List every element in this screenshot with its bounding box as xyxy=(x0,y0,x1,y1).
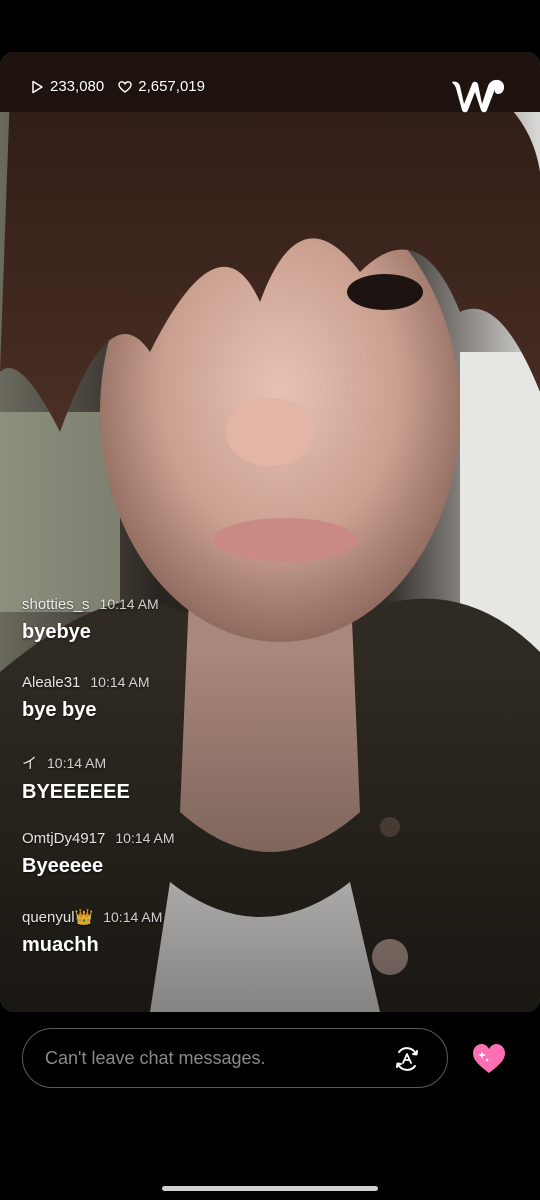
live-stats: 233,080 2,657,019 xyxy=(30,78,213,95)
chat-time: 10:14 AM xyxy=(99,596,159,612)
heart-outline-icon xyxy=(118,80,132,93)
chat-text: Byeeeee xyxy=(22,855,104,877)
play-icon xyxy=(32,80,43,93)
likes-count: 2,657,019 xyxy=(138,78,205,95)
chat-username: shotties_s xyxy=(22,596,90,613)
chat-input-placeholder: Can't leave chat messages. xyxy=(45,1047,266,1068)
chat-message: OmtjDy4917 10:14 AM Byeeeee xyxy=(22,830,462,894)
chat-username: OmtjDy4917 xyxy=(22,830,106,847)
weverse-logo[interactable] xyxy=(448,72,508,116)
chat-username: Aleale31 xyxy=(22,674,81,691)
chat-time: 10:14 AM xyxy=(103,909,163,925)
chat-text: muachh xyxy=(22,934,99,956)
chat-text: bye bye xyxy=(22,699,97,721)
chat-text: byebye xyxy=(22,621,91,643)
chat-message: イ 10:14 AM BYEEEEEE xyxy=(22,752,462,816)
chat-username: quenyul👑 xyxy=(22,909,94,926)
bottom-bar: Can't leave chat messages. xyxy=(0,1012,540,1200)
live-screen: 233,080 2,657,019 shotties_s 10:14 AM by… xyxy=(0,0,540,1200)
chat-time: 10:14 AM xyxy=(115,830,175,846)
chat-message: quenyul👑 10:14 AM muachh xyxy=(22,908,462,972)
chat-text: BYEEEEEE xyxy=(22,781,130,803)
chat-username: イ xyxy=(22,755,38,772)
chat-message: Aleale31 10:14 AM bye bye xyxy=(22,674,462,738)
views-count: 233,080 xyxy=(50,78,105,95)
chat-input[interactable]: Can't leave chat messages. xyxy=(22,1028,448,1088)
likes-stat: 2,657,019 xyxy=(118,78,205,95)
chat-time: 10:14 AM xyxy=(90,674,150,690)
sparkle-heart-icon[interactable] xyxy=(471,1042,507,1076)
views-stat: 233,080 xyxy=(30,78,104,95)
live-video[interactable]: 233,080 2,657,019 shotties_s 10:14 AM by… xyxy=(0,52,540,1012)
chat-list: shotties_s 10:14 AM byebye Aleale31 10:1… xyxy=(22,596,462,986)
chat-time: 10:14 AM xyxy=(47,755,107,771)
chat-message: shotties_s 10:14 AM byebye xyxy=(22,596,462,660)
translate-icon[interactable] xyxy=(393,1045,421,1073)
home-indicator[interactable] xyxy=(162,1186,378,1191)
